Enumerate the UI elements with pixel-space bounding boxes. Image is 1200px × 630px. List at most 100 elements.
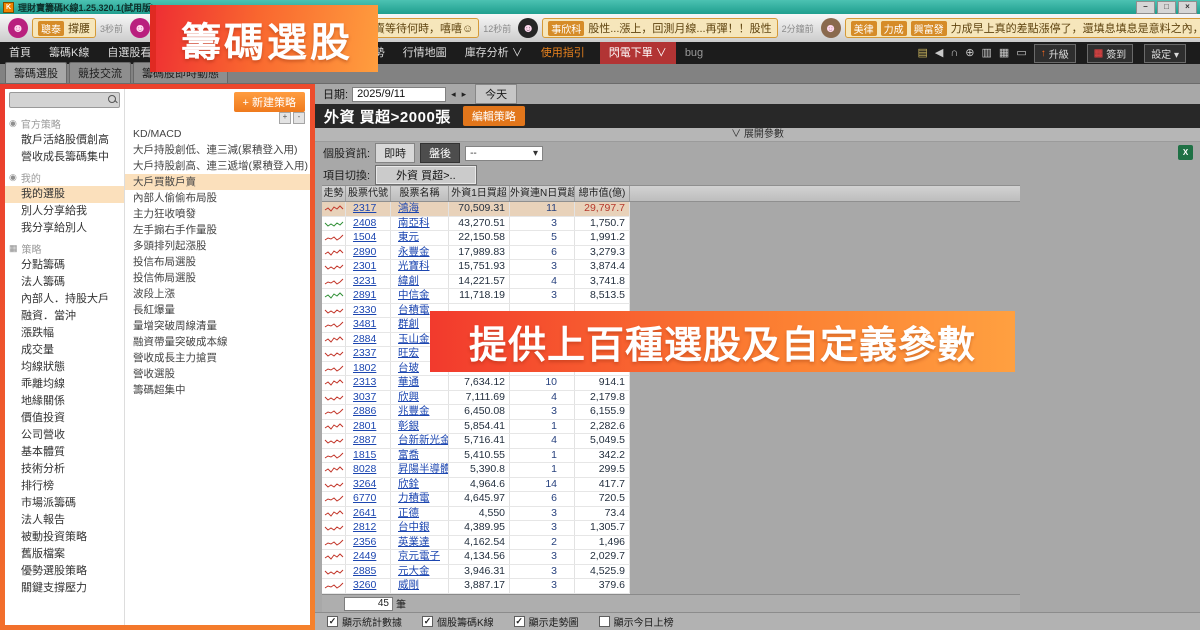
edit-strategy-button[interactable]: 編輯策略 [463, 106, 525, 126]
sidebar-item[interactable]: 法人籌碼 [5, 274, 124, 291]
table-row[interactable]: 8028昇陽半導體5,390.81299.5 [322, 463, 630, 478]
stock-name-link[interactable]: 兆豐金 [391, 405, 449, 419]
sidebar-item[interactable]: 舊版檔案 [5, 546, 124, 563]
stock-code-link[interactable]: 2301 [346, 260, 391, 274]
next-day-button[interactable]: ▸ [461, 89, 468, 100]
sidebar-item[interactable]: 排行榜 [5, 478, 124, 495]
settings-button[interactable]: 設定 ▾ [1144, 44, 1186, 63]
table-row[interactable]: 2885元大金3,946.3134,525.9 [322, 565, 630, 580]
stock-code-link[interactable]: 2408 [346, 217, 391, 231]
sidebar-item[interactable]: 融資．當沖 [5, 308, 124, 325]
table-row[interactable]: 3264欣銓4,964.614417.7 [322, 478, 630, 493]
strategy-item[interactable]: 大戶持股創高、連三遞增(累積登入用) [125, 158, 310, 174]
stock-code-link[interactable]: 6770 [346, 492, 391, 506]
display-option-1[interactable]: ✓個股籌碼K線 [422, 614, 494, 629]
sidebar-item[interactable]: 法人報告 [5, 512, 124, 529]
column-header-4[interactable]: 外資連N日買超 [510, 186, 575, 201]
table-row[interactable]: 2891中信金11,718.1938,513.5 [322, 289, 630, 304]
expand-params-toggle[interactable]: ∨ 展開參數 [315, 128, 1200, 142]
stock-code-link[interactable]: 3260 [346, 579, 391, 593]
table-row[interactable]: 2801彰銀5,854.4112,282.6 [322, 420, 630, 435]
sidebar-item[interactable]: 被動投資策略 [5, 529, 124, 546]
table-row[interactable]: 3037欣興7,111.6942,179.8 [322, 391, 630, 406]
stock-name-link[interactable]: 緯創 [391, 275, 449, 289]
sidebar-item[interactable]: 均線狀態 [5, 359, 124, 376]
sidebar-item[interactable]: 公司營收 [5, 427, 124, 444]
table-row[interactable]: 3260威剛3,887.173379.6 [322, 579, 630, 594]
sidebar-item[interactable]: 我分享給別人 [5, 220, 124, 237]
sidebar-item[interactable]: 散戶活絡股價創高 [5, 132, 124, 149]
sidebar-item[interactable]: 別人分享給我 [5, 203, 124, 220]
stock-name-link[interactable]: 正德 [391, 507, 449, 521]
stock-name-link[interactable]: 京元電子 [391, 550, 449, 564]
stock-name-link[interactable]: 台新新光金 [391, 434, 449, 448]
sidebar-item[interactable]: 地緣關係 [5, 393, 124, 410]
column-header-2[interactable]: 股票名稱 [391, 186, 449, 201]
stock-code-link[interactable]: 8028 [346, 463, 391, 477]
strategy-item[interactable]: 籌碼超集中 [125, 382, 310, 398]
sidebar-item[interactable]: 價值投資 [5, 410, 124, 427]
today-button[interactable]: 今天 [475, 84, 517, 104]
sidebar-item[interactable]: 技術分析 [5, 461, 124, 478]
minimize-button[interactable]: – [1136, 1, 1155, 14]
checkbox-icon[interactable]: ✓ [327, 616, 338, 627]
excel-export-icon[interactable]: X [1178, 145, 1193, 160]
stock-code-link[interactable]: 2884 [346, 333, 391, 347]
stock-code-link[interactable]: 2330 [346, 304, 391, 318]
strategy-item[interactable]: 主力狂收噴發 [125, 206, 310, 222]
sidebar-item[interactable]: 營收成長籌碼集中 [5, 149, 124, 166]
stock-name-link[interactable]: 南亞科 [391, 217, 449, 231]
table-row[interactable]: 1504東元22,150.5851,991.2 [322, 231, 630, 246]
stock-code-link[interactable]: 1504 [346, 231, 391, 245]
stock-name-link[interactable]: 鴻海 [391, 202, 449, 216]
checkbox-icon[interactable] [599, 616, 610, 627]
table-row[interactable]: 2812台中銀4,389.9531,305.7 [322, 521, 630, 536]
stock-code-link[interactable]: 2886 [346, 405, 391, 419]
stock-name-link[interactable]: 力積電 [391, 492, 449, 506]
strategy-item[interactable]: 量增突破周線清量 [125, 318, 310, 334]
table-row[interactable]: 2356英業達4,162.5421,496 [322, 536, 630, 551]
stock-code-link[interactable]: 3231 [346, 275, 391, 289]
stock-name-link[interactable]: 彰銀 [391, 420, 449, 434]
stock-name-link[interactable]: 富喬 [391, 449, 449, 463]
strategy-item[interactable]: 投信布局選股 [125, 254, 310, 270]
tab-1[interactable]: 競技交流 [69, 62, 131, 83]
note-icon[interactable]: ▤ [918, 46, 928, 60]
new-strategy-button[interactable]: + 新建策略 [234, 92, 305, 112]
sidebar-item[interactable]: 市場派籌碼 [5, 495, 124, 512]
stock-tag-chip[interactable]: 聰泰 [38, 21, 64, 36]
expand-all-button[interactable]: + [279, 112, 291, 124]
checkbox-icon[interactable]: ✓ [514, 616, 525, 627]
stock-tag-chip[interactable]: 力成 [881, 21, 907, 36]
stock-name-link[interactable]: 欣銓 [391, 478, 449, 492]
display-option-2[interactable]: ✓顯示走勢圖 [514, 614, 579, 629]
strategy-item[interactable]: 營收選股 [125, 366, 310, 382]
stock-code-link[interactable]: 2317 [346, 202, 391, 216]
checkin-button[interactable]: ▦簽到 [1087, 44, 1133, 63]
menu-item-11[interactable]: bug [676, 42, 712, 64]
table-row[interactable]: 2886兆豐金6,450.0836,155.9 [322, 405, 630, 420]
stock-name-link[interactable]: 光寶科 [391, 260, 449, 274]
stock-code-link[interactable]: 2641 [346, 507, 391, 521]
sidebar-item[interactable]: 乖離均線 [5, 376, 124, 393]
stats-icon[interactable]: ▥ [982, 46, 992, 60]
close-button[interactable]: × [1178, 1, 1197, 14]
sidebar-item[interactable]: 分點籌碼 [5, 257, 124, 274]
sidebar-item[interactable]: 成交量 [5, 342, 124, 359]
stock-code-link[interactable]: 2337 [346, 347, 391, 361]
tab-0[interactable]: 籌碼選股 [5, 62, 67, 83]
stock-name-link[interactable]: 永豐金 [391, 246, 449, 260]
menu-item-7[interactable]: 行情地圖 [394, 42, 456, 64]
date-input[interactable]: 2025/9/11 [352, 87, 446, 102]
menu-item-0[interactable]: 首頁 [0, 42, 40, 64]
strategy-item[interactable]: 左手搧右手作量股 [125, 222, 310, 238]
stock-code-link[interactable]: 1802 [346, 362, 391, 376]
stock-tag-chip[interactable]: 事欣科 [548, 21, 584, 36]
strategy-item[interactable]: 投信佈局選股 [125, 270, 310, 286]
stock-code-link[interactable]: 2449 [346, 550, 391, 564]
table-row[interactable]: 2408南亞科43,270.5131,750.7 [322, 217, 630, 232]
sidebar-item[interactable]: 漲跌幅 [5, 325, 124, 342]
stock-code-link[interactable]: 1815 [346, 449, 391, 463]
table-row[interactable]: 2301光寶科15,751.9333,874.4 [322, 260, 630, 275]
table-row[interactable]: 2313華通7,634.1210914.1 [322, 376, 630, 391]
